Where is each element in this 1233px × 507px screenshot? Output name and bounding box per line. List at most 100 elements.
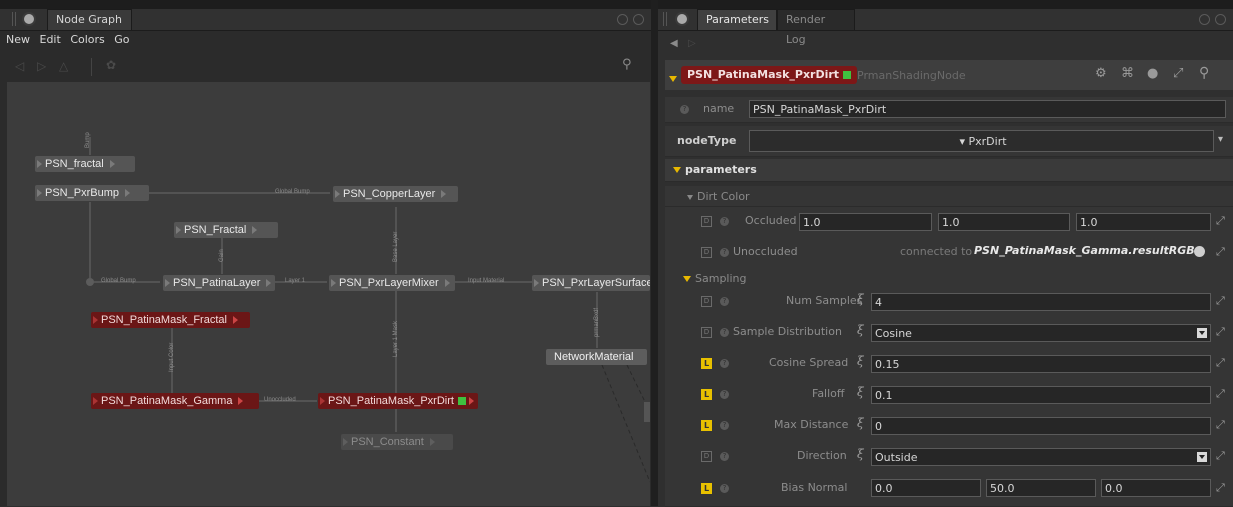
node-networkmaterial[interactable]: NetworkMaterial — [546, 349, 647, 365]
menu-go[interactable]: Go — [114, 33, 129, 46]
pane-close-icon[interactable] — [633, 14, 644, 25]
help-icon[interactable]: ? — [720, 359, 729, 368]
parameters-label-text: parameters — [685, 163, 757, 176]
pane-float-icon[interactable] — [617, 14, 628, 25]
menu-new[interactable]: New — [6, 33, 30, 46]
collapse-arrow-icon[interactable] — [669, 72, 681, 85]
link-toggle-icon[interactable]: L — [701, 358, 712, 369]
default-toggle-icon[interactable]: D — [701, 451, 712, 462]
bias-normal-x-field[interactable]: 0.0 — [871, 479, 981, 497]
max-distance-field[interactable]: 0 — [871, 417, 1211, 435]
link-toggle-icon[interactable]: L — [701, 420, 712, 431]
help-icon[interactable]: ? — [720, 390, 729, 399]
gear-icon[interactable]: ⚙ — [1095, 66, 1107, 81]
link-pin-icon[interactable]: ⤢ — [1216, 214, 1225, 228]
help-icon[interactable]: ? — [720, 217, 729, 226]
link-pin-icon[interactable]: ⤢ — [1216, 418, 1225, 432]
help-icon[interactable]: ? — [720, 297, 729, 306]
expression-icon[interactable]: ξ — [857, 385, 864, 399]
history-forward-icon[interactable]: ▷ — [688, 38, 696, 49]
link-pin-icon[interactable]: ⤢ — [1216, 245, 1225, 259]
pane-menu-icon-right[interactable] — [675, 12, 689, 26]
up-arrow-icon[interactable]: △ — [59, 59, 68, 73]
parameters-section-header[interactable]: parameters — [665, 159, 1233, 182]
forward-arrow-icon[interactable]: ▷ — [37, 59, 46, 73]
grip-icon-right[interactable] — [663, 12, 667, 26]
link-pin-icon[interactable]: ⤢ — [1216, 325, 1225, 339]
help-icon[interactable]: ? — [720, 452, 729, 461]
link-toggle-icon[interactable]: L — [701, 389, 712, 400]
link-pin-icon[interactable]: ⤢ — [1216, 387, 1225, 401]
pane-close-icon-right[interactable] — [1215, 14, 1226, 25]
node-psn-pxrlayersurface[interactable]: PSN_PxrLayerSurface — [532, 275, 650, 291]
expression-icon[interactable]: ξ — [857, 416, 864, 430]
link-pin-icon[interactable]: ⤢ — [1216, 356, 1225, 370]
default-toggle-icon[interactable]: D — [701, 247, 712, 258]
parameters-section-label: parameters — [673, 163, 757, 176]
pane-menu-icon[interactable] — [22, 12, 36, 26]
connection-link[interactable]: PSN_PatinaMask_Gamma.resultRGB — [974, 244, 1195, 257]
expression-icon[interactable]: ξ — [857, 323, 864, 337]
expression-icon[interactable]: ξ — [857, 354, 864, 368]
menu-edit[interactable]: Edit — [40, 33, 61, 46]
network-icon[interactable]: ⌘ — [1121, 66, 1134, 81]
node-psn-patinalayer[interactable]: PSN_PatinaLayer — [163, 275, 275, 291]
help-icon[interactable]: ? — [720, 484, 729, 493]
node-graph-canvas[interactable]: Bump Global Bump Global Bump Gain Base L… — [7, 82, 650, 506]
falloff-field[interactable]: 0.1 — [871, 386, 1211, 404]
back-arrow-icon[interactable]: ◁ — [15, 59, 24, 73]
occluded-b-field[interactable]: 1.0 — [1076, 213, 1211, 231]
tab-node-graph[interactable]: Node Graph — [47, 9, 132, 30]
search-icon[interactable]: ⚲ — [622, 57, 632, 72]
node-psn-fractal-2[interactable]: PSN_Fractal — [174, 222, 278, 238]
name-field[interactable]: PSN_PatinaMask_PxrDirt — [749, 100, 1226, 118]
menu-colors[interactable]: Colors — [70, 33, 104, 46]
link-pin-icon[interactable]: ⤢ — [1216, 449, 1225, 463]
link-pin-icon[interactable]: ⤢ — [1216, 294, 1225, 308]
node-psn-constant[interactable]: PSN_Constant — [341, 434, 453, 450]
jump-to-node-icon[interactable] — [1194, 246, 1205, 257]
bias-normal-y-field[interactable]: 50.0 — [986, 479, 1096, 497]
node-psn-fractal[interactable]: PSN_fractal — [35, 156, 135, 172]
node-psn-pxrlayermixer[interactable]: PSN_PxrLayerMixer — [329, 275, 455, 291]
node-psn-patinamask-fractal[interactable]: PSN_PatinaMask_Fractal — [91, 312, 250, 328]
nodetype-menu-icon[interactable]: ▾ — [1218, 134, 1223, 145]
help-icon[interactable]: ? — [720, 328, 729, 337]
direction-dropdown[interactable]: Outside — [871, 448, 1211, 466]
node-psn-patinamask-pxrdirt[interactable]: PSN_PatinaMask_PxrDirt — [318, 393, 478, 409]
tab-parameters[interactable]: Parameters — [697, 9, 777, 30]
node-header: PSN_PatinaMask_PxrDirt PrmanShadingNode … — [665, 60, 1233, 90]
search-icon-right[interactable]: ⚲ — [1199, 65, 1209, 81]
help-icon[interactable]: ? — [680, 105, 689, 114]
node-psn-pxrbump[interactable]: PSN_PxrBump — [35, 185, 149, 201]
sample-distribution-dropdown[interactable]: Cosine — [871, 324, 1211, 342]
occluded-r-field[interactable]: 1.0 — [799, 213, 932, 231]
tab-render-log[interactable]: Render Log — [777, 9, 855, 46]
expression-icon[interactable]: ξ — [857, 447, 864, 461]
bias-normal-z-field[interactable]: 0.0 — [1101, 479, 1211, 497]
link-pin-icon[interactable]: ⤢ — [1216, 481, 1225, 495]
history-back-icon[interactable]: ◀ — [670, 38, 678, 49]
sample-distribution-value: Cosine — [875, 327, 912, 340]
pin-icon[interactable]: ✿ — [106, 58, 116, 72]
default-toggle-icon[interactable]: D — [701, 216, 712, 227]
cosine-spread-field[interactable]: 0.15 — [871, 355, 1211, 373]
expression-icon[interactable]: ξ — [857, 292, 864, 306]
link-toggle-icon[interactable]: L — [701, 483, 712, 494]
pane-float-icon-right[interactable] — [1199, 14, 1210, 25]
pin-icon-right[interactable]: ⤢ — [1173, 66, 1183, 81]
dirt-color-group[interactable]: Dirt Color — [665, 186, 1233, 207]
comment-icon[interactable]: ● — [1147, 66, 1158, 81]
pane-splitter[interactable] — [651, 0, 658, 506]
default-toggle-icon[interactable]: D — [701, 327, 712, 338]
grip-icon[interactable] — [12, 12, 16, 26]
node-psn-copperlayer[interactable]: PSN_CopperLayer — [333, 186, 458, 202]
num-samples-field[interactable]: 4 — [871, 293, 1211, 311]
node-psn-patinamask-gamma[interactable]: PSN_PatinaMask_Gamma — [91, 393, 259, 409]
help-icon[interactable]: ? — [720, 421, 729, 430]
help-icon[interactable]: ? — [720, 248, 729, 257]
nodetype-dropdown[interactable]: ▾ PxrDirt — [749, 130, 1214, 152]
occluded-g-field[interactable]: 1.0 — [938, 213, 1070, 231]
default-toggle-icon[interactable]: D — [701, 296, 712, 307]
node-name-badge[interactable]: PSN_PatinaMask_PxrDirt — [681, 66, 858, 84]
